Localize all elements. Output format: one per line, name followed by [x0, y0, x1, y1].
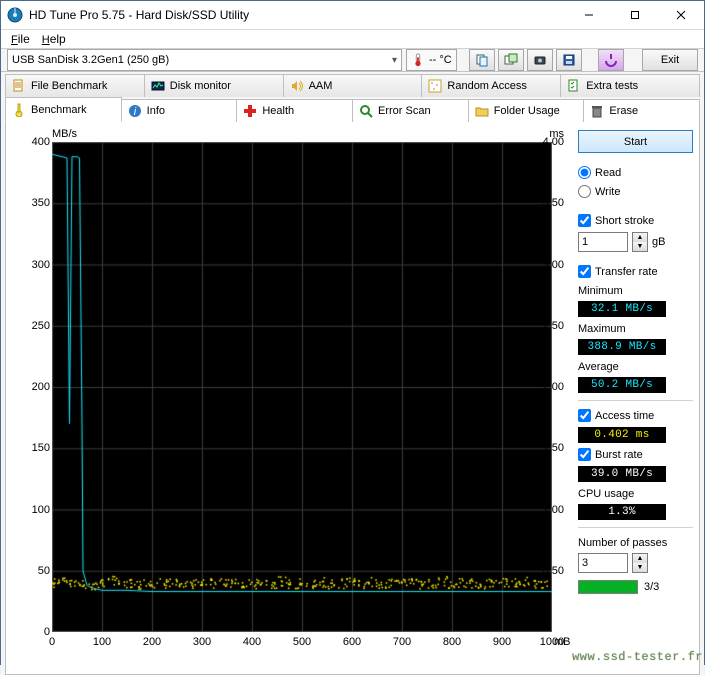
erase-icon	[590, 104, 604, 118]
tab-aam[interactable]: AAM	[283, 74, 423, 97]
tab-label: Info	[147, 105, 165, 117]
drive-select-value: USB SanDisk 3.2Gen1 (250 gB)	[12, 54, 169, 66]
average-label: Average	[578, 361, 693, 373]
access-time-value: 0.402 ms	[578, 427, 666, 443]
tab-file-benchmark[interactable]: File Benchmark	[5, 74, 145, 97]
aam-icon	[290, 79, 304, 93]
toolbar: USB SanDisk 3.2Gen1 (250 gB) ▾ -- °C Exi…	[1, 49, 704, 72]
maximize-button[interactable]	[612, 1, 658, 29]
folder-usage-icon	[475, 104, 489, 118]
tab-label: Random Access	[447, 80, 526, 92]
minimum-label: Minimum	[578, 285, 693, 297]
start-label: Start	[624, 136, 647, 148]
tab-label: Health	[262, 105, 294, 117]
menu-help[interactable]: Help	[36, 30, 72, 48]
benchmark-icon	[12, 103, 26, 117]
exit-label: Exit	[661, 54, 679, 66]
exit-button[interactable]: Exit	[642, 49, 698, 71]
read-label: Read	[595, 167, 621, 179]
tab-random-access[interactable]: Random Access	[421, 74, 561, 97]
short-stroke-unit: gB	[652, 236, 665, 248]
burst-rate-value: 39.0 MB/s	[578, 466, 666, 482]
tab-disk-monitor[interactable]: Disk monitor	[144, 74, 284, 97]
minimum-value: 32.1 MB/s	[578, 301, 666, 317]
maximum-label: Maximum	[578, 323, 693, 335]
burst-rate-label: Burst rate	[595, 449, 643, 461]
start-button[interactable]: Start	[578, 130, 693, 153]
options-button[interactable]	[598, 49, 624, 71]
info-icon: i	[128, 104, 142, 118]
minimize-button[interactable]	[566, 1, 612, 29]
tab-label: AAM	[309, 80, 333, 92]
tabs: File Benchmark Disk monitor AAM Random A…	[1, 72, 704, 675]
access-time-label: Access time	[595, 410, 654, 422]
random-access-icon	[428, 79, 442, 93]
short-stroke-input[interactable]	[578, 214, 591, 227]
number-of-passes-label: Number of passes	[578, 537, 693, 549]
average-value: 50.2 MB/s	[578, 377, 666, 393]
burst-rate-checkbox[interactable]: Burst rate	[578, 447, 693, 462]
tab-folder-usage[interactable]: Folder Usage	[468, 99, 585, 122]
transfer-rate-checkbox[interactable]: Transfer rate	[578, 264, 693, 279]
app-icon	[7, 7, 23, 23]
tab-health[interactable]: Health	[236, 99, 353, 122]
write-radio[interactable]: Write	[578, 184, 693, 199]
thermometer-icon	[411, 53, 425, 67]
read-radio[interactable]: Read	[578, 165, 693, 180]
window-title: HD Tune Pro 5.75 - Hard Disk/SSD Utility	[29, 8, 249, 22]
drive-select[interactable]: USB SanDisk 3.2Gen1 (250 gB) ▾	[7, 49, 402, 71]
close-button[interactable]	[658, 1, 704, 29]
error-scan-icon	[359, 104, 373, 118]
short-stroke-checkbox[interactable]: Short stroke	[578, 213, 693, 228]
short-stroke-spinner[interactable]: ▲▼	[632, 232, 648, 252]
tab-label: Benchmark	[31, 104, 87, 116]
tab-label: File Benchmark	[31, 80, 107, 92]
write-radio-input[interactable]	[578, 185, 591, 198]
maximum-value: 388.9 MB/s	[578, 339, 666, 355]
access-time-input[interactable]	[578, 409, 591, 422]
screenshot-to-clipboard-button[interactable]	[527, 49, 553, 71]
transfer-rate-input[interactable]	[578, 265, 591, 278]
short-stroke-label: Short stroke	[595, 215, 654, 227]
file-benchmark-icon	[12, 79, 26, 93]
cpu-usage-value: 1.3%	[578, 504, 666, 520]
tab-benchmark[interactable]: Benchmark	[5, 97, 122, 122]
tab-extra-tests[interactable]: Extra tests	[560, 74, 700, 97]
copy-screenshot-button[interactable]	[498, 49, 524, 71]
passes-progress-text: 3/3	[644, 581, 659, 593]
menu-file[interactable]: File	[5, 30, 36, 48]
passes-spinner[interactable]: ▲▼	[632, 553, 648, 573]
tab-label: Folder Usage	[494, 105, 560, 117]
tab-label: Extra tests	[586, 80, 638, 92]
access-time-checkbox[interactable]: Access time	[578, 408, 693, 423]
transfer-rate-label: Transfer rate	[595, 266, 658, 278]
tab-info[interactable]: i Info	[121, 99, 238, 122]
menubar: File Help	[1, 30, 704, 49]
cpu-usage-label: CPU usage	[578, 488, 693, 500]
read-radio-input[interactable]	[578, 166, 591, 179]
chevron-down-icon: ▾	[392, 55, 397, 66]
write-label: Write	[595, 186, 620, 198]
temperature-display: -- °C	[406, 49, 457, 71]
temperature-value: -- °C	[429, 54, 452, 66]
titlebar: HD Tune Pro 5.75 - Hard Disk/SSD Utility	[1, 1, 704, 30]
tab-erase[interactable]: Erase	[583, 99, 700, 122]
chart-panel: MB/s ms 4003503002502001501005004.003.50…	[12, 128, 572, 668]
passes-value[interactable]	[578, 553, 628, 573]
passes-progress-bar	[578, 580, 638, 594]
tab-error-scan[interactable]: Error Scan	[352, 99, 469, 122]
disk-monitor-icon	[151, 79, 165, 93]
health-icon	[243, 104, 257, 118]
benchmark-chart	[52, 142, 552, 632]
save-screenshot-button[interactable]	[556, 49, 582, 71]
short-stroke-value[interactable]	[578, 232, 628, 252]
y-axis-label: MB/s	[52, 128, 77, 140]
extra-tests-icon	[567, 79, 581, 93]
copy-info-button[interactable]	[469, 49, 495, 71]
burst-rate-input[interactable]	[578, 448, 591, 461]
side-panel: Start Read Write Short stroke ▲▼ gB Tran…	[578, 128, 693, 668]
tab-label: Erase	[609, 105, 638, 117]
tab-label: Disk monitor	[170, 80, 231, 92]
tab-label: Error Scan	[378, 105, 431, 117]
